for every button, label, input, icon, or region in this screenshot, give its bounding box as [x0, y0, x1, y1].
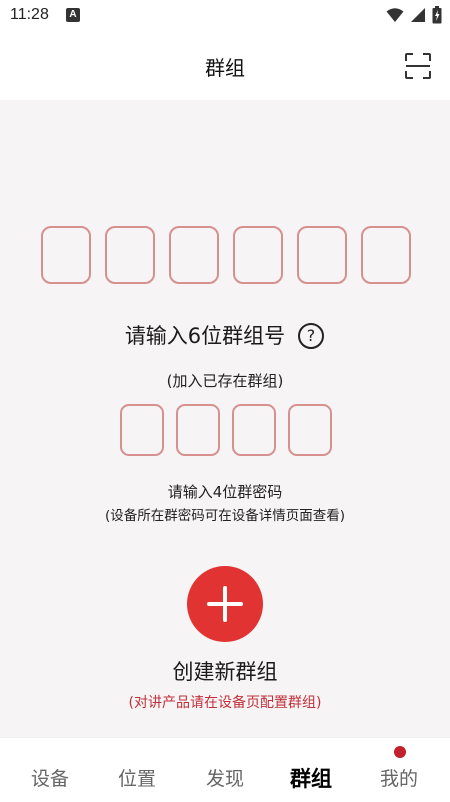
battery-icon: [432, 6, 442, 24]
tab-mine[interactable]: 我的: [380, 764, 418, 791]
scan-button[interactable]: [404, 52, 432, 80]
group-password-digit-1[interactable]: [120, 404, 164, 456]
create-group-note: (对讲产品请在设备页配置群组): [128, 695, 322, 711]
tab-devices[interactable]: 设备: [31, 764, 69, 791]
create-group-button[interactable]: [187, 566, 263, 642]
group-password-prompt: 请输入4位群密码: [167, 483, 283, 501]
group-code-digit-5[interactable]: [297, 226, 347, 284]
notification-badge: [394, 746, 406, 758]
group-code-digit-1[interactable]: [41, 226, 91, 284]
main-content: 请输入6位群组号 ? (加入已存在群组) 请输入4位群密码 (设备所在群密码可在…: [0, 100, 450, 737]
group-password-digit-4[interactable]: [288, 404, 332, 456]
group-code-digit-6[interactable]: [361, 226, 411, 284]
tab-discover[interactable]: 发现: [206, 764, 244, 791]
group-code-digit-2[interactable]: [105, 226, 155, 284]
cellular-icon: [411, 8, 425, 22]
notification-icon: A: [66, 8, 80, 22]
group-password-hint: (设备所在群密码可在设备详情页面查看): [104, 508, 346, 524]
group-code-digit-3[interactable]: [169, 226, 219, 284]
tab-groups[interactable]: 群组: [290, 763, 332, 793]
app-header: 群组: [0, 32, 450, 100]
help-icon[interactable]: ?: [298, 323, 324, 349]
page-title: 群组: [205, 56, 245, 80]
status-time: 11:28: [10, 6, 49, 23]
bottom-tab-bar: 设备 位置 发现 群组 我的: [0, 737, 450, 802]
group-password-digit-3[interactable]: [232, 404, 276, 456]
tab-location[interactable]: 位置: [118, 764, 156, 791]
status-bar: 11:28 A: [0, 0, 450, 32]
group-code-subtitle: (加入已存在群组): [166, 372, 284, 390]
group-code-prompt: 请输入6位群组号: [0, 320, 450, 350]
wifi-icon: [386, 8, 404, 22]
scan-icon: [405, 53, 431, 79]
group-code-digit-4[interactable]: [233, 226, 283, 284]
group-password-digit-2[interactable]: [176, 404, 220, 456]
group-code-input[interactable]: [41, 226, 411, 284]
group-password-input[interactable]: [120, 404, 332, 456]
create-group-label[interactable]: 创建新群组: [0, 656, 450, 686]
status-icons: [386, 6, 442, 24]
group-code-prompt-text: 请输入6位群组号: [124, 324, 286, 348]
